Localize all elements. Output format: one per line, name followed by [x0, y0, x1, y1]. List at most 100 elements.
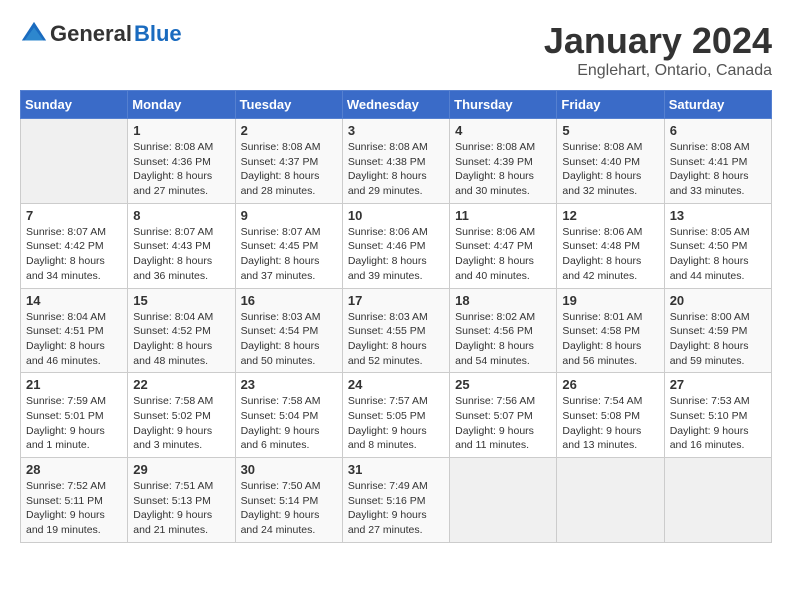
day-info: Sunrise: 8:03 AM Sunset: 4:55 PM Dayligh… — [348, 310, 444, 369]
day-number: 24 — [348, 377, 444, 392]
day-info: Sunrise: 8:00 AM Sunset: 4:59 PM Dayligh… — [670, 310, 766, 369]
day-number: 23 — [241, 377, 337, 392]
day-info: Sunrise: 8:04 AM Sunset: 4:52 PM Dayligh… — [133, 310, 229, 369]
month-title: January 2024 — [544, 20, 772, 62]
page-header: GeneralBlue January 2024 Englehart, Onta… — [20, 20, 772, 80]
column-header-tuesday: Tuesday — [235, 91, 342, 119]
calendar-cell: 26 Sunrise: 7:54 AM Sunset: 5:08 PM Dayli… — [557, 373, 664, 458]
calendar-cell: 19 Sunrise: 8:01 AM Sunset: 4:58 PM Dayli… — [557, 288, 664, 373]
day-number: 26 — [562, 377, 658, 392]
calendar-cell: 14 Sunrise: 8:04 AM Sunset: 4:51 PM Dayli… — [21, 288, 128, 373]
day-number: 3 — [348, 123, 444, 138]
logo-blue-text: Blue — [134, 21, 182, 47]
day-number: 20 — [670, 293, 766, 308]
calendar-cell: 1Sunrise: 8:08 AM Sunset: 4:36 PM Daylig… — [128, 119, 235, 204]
day-number: 5 — [562, 123, 658, 138]
day-info: Sunrise: 7:59 AM Sunset: 5:01 PM Dayligh… — [26, 394, 122, 453]
calendar-cell: 18 Sunrise: 8:02 AM Sunset: 4:56 PM Dayli… — [450, 288, 557, 373]
column-header-wednesday: Wednesday — [342, 91, 449, 119]
calendar-cell — [21, 119, 128, 204]
calendar-cell: 7 Sunrise: 8:07 AM Sunset: 4:42 PM Daylig… — [21, 203, 128, 288]
day-number: 31 — [348, 462, 444, 477]
location-subtitle: Englehart, Ontario, Canada — [544, 62, 772, 80]
day-info: Sunrise: 8:08 AM Sunset: 4:38 PM Dayligh… — [348, 140, 444, 199]
day-number: 4 — [455, 123, 551, 138]
day-number: 22 — [133, 377, 229, 392]
day-info: Sunrise: 8:08 AM Sunset: 4:41 PM Dayligh… — [670, 140, 766, 199]
calendar-week-2: 7 Sunrise: 8:07 AM Sunset: 4:42 PM Daylig… — [21, 203, 772, 288]
calendar-cell: 8Sunrise: 8:07 AM Sunset: 4:43 PM Daylig… — [128, 203, 235, 288]
day-info: Sunrise: 7:49 AM Sunset: 5:16 PM Dayligh… — [348, 479, 444, 538]
day-info: Sunrise: 8:08 AM Sunset: 4:36 PM Dayligh… — [133, 140, 229, 199]
calendar-cell: 29 Sunrise: 7:51 AM Sunset: 5:13 PM Dayli… — [128, 458, 235, 543]
calendar-cell: 17 Sunrise: 8:03 AM Sunset: 4:55 PM Dayli… — [342, 288, 449, 373]
calendar-week-1: 1Sunrise: 8:08 AM Sunset: 4:36 PM Daylig… — [21, 119, 772, 204]
logo-general-text: General — [50, 21, 132, 47]
calendar-table: SundayMondayTuesdayWednesdayThursdayFrid… — [20, 90, 772, 543]
day-header-row: SundayMondayTuesdayWednesdayThursdayFrid… — [21, 91, 772, 119]
day-number: 17 — [348, 293, 444, 308]
day-number: 16 — [241, 293, 337, 308]
column-header-monday: Monday — [128, 91, 235, 119]
calendar-cell — [450, 458, 557, 543]
day-number: 27 — [670, 377, 766, 392]
title-block: January 2024 Englehart, Ontario, Canada — [544, 20, 772, 80]
day-info: Sunrise: 8:08 AM Sunset: 4:37 PM Dayligh… — [241, 140, 337, 199]
calendar-week-5: 28Sunrise: 7:52 AM Sunset: 5:11 PM Dayli… — [21, 458, 772, 543]
day-number: 25 — [455, 377, 551, 392]
calendar-cell: 20 Sunrise: 8:00 AM Sunset: 4:59 PM Dayli… — [664, 288, 771, 373]
day-info: Sunrise: 8:04 AM Sunset: 4:51 PM Dayligh… — [26, 310, 122, 369]
day-number: 21 — [26, 377, 122, 392]
day-info: Sunrise: 8:01 AM Sunset: 4:58 PM Dayligh… — [562, 310, 658, 369]
day-number: 2 — [241, 123, 337, 138]
day-info: Sunrise: 8:02 AM Sunset: 4:56 PM Dayligh… — [455, 310, 551, 369]
day-number: 8 — [133, 208, 229, 223]
calendar-cell: 28Sunrise: 7:52 AM Sunset: 5:11 PM Dayli… — [21, 458, 128, 543]
calendar-week-4: 21 Sunrise: 7:59 AM Sunset: 5:01 PM Dayli… — [21, 373, 772, 458]
day-info: Sunrise: 8:06 AM Sunset: 4:46 PM Dayligh… — [348, 225, 444, 284]
calendar-cell: 10 Sunrise: 8:06 AM Sunset: 4:46 PM Dayli… — [342, 203, 449, 288]
calendar-cell: 12Sunrise: 8:06 AM Sunset: 4:48 PM Dayli… — [557, 203, 664, 288]
calendar-cell: 6 Sunrise: 8:08 AM Sunset: 4:41 PM Daylig… — [664, 119, 771, 204]
day-number: 9 — [241, 208, 337, 223]
day-info: Sunrise: 8:08 AM Sunset: 4:40 PM Dayligh… — [562, 140, 658, 199]
calendar-cell: 22 Sunrise: 7:58 AM Sunset: 5:02 PM Dayli… — [128, 373, 235, 458]
day-info: Sunrise: 8:08 AM Sunset: 4:39 PM Dayligh… — [455, 140, 551, 199]
day-number: 29 — [133, 462, 229, 477]
day-info: Sunrise: 7:53 AM Sunset: 5:10 PM Dayligh… — [670, 394, 766, 453]
day-info: Sunrise: 8:07 AM Sunset: 4:42 PM Dayligh… — [26, 225, 122, 284]
calendar-cell: 23 Sunrise: 7:58 AM Sunset: 5:04 PM Dayli… — [235, 373, 342, 458]
day-number: 30 — [241, 462, 337, 477]
day-number: 12 — [562, 208, 658, 223]
day-number: 19 — [562, 293, 658, 308]
day-info: Sunrise: 7:58 AM Sunset: 5:02 PM Dayligh… — [133, 394, 229, 453]
day-number: 11 — [455, 208, 551, 223]
day-number: 14 — [26, 293, 122, 308]
calendar-cell: 2 Sunrise: 8:08 AM Sunset: 4:37 PM Daylig… — [235, 119, 342, 204]
column-header-friday: Friday — [557, 91, 664, 119]
day-info: Sunrise: 8:05 AM Sunset: 4:50 PM Dayligh… — [670, 225, 766, 284]
day-number: 28 — [26, 462, 122, 477]
day-info: Sunrise: 7:57 AM Sunset: 5:05 PM Dayligh… — [348, 394, 444, 453]
day-number: 10 — [348, 208, 444, 223]
day-info: Sunrise: 7:50 AM Sunset: 5:14 PM Dayligh… — [241, 479, 337, 538]
day-number: 7 — [26, 208, 122, 223]
day-info: Sunrise: 7:54 AM Sunset: 5:08 PM Dayligh… — [562, 394, 658, 453]
calendar-cell: 5 Sunrise: 8:08 AM Sunset: 4:40 PM Daylig… — [557, 119, 664, 204]
day-number: 18 — [455, 293, 551, 308]
calendar-cell — [557, 458, 664, 543]
calendar-cell: 25Sunrise: 7:56 AM Sunset: 5:07 PM Dayli… — [450, 373, 557, 458]
calendar-cell — [664, 458, 771, 543]
logo-icon — [20, 20, 48, 48]
day-info: Sunrise: 7:51 AM Sunset: 5:13 PM Dayligh… — [133, 479, 229, 538]
day-number: 15 — [133, 293, 229, 308]
calendar-cell: 3 Sunrise: 8:08 AM Sunset: 4:38 PM Daylig… — [342, 119, 449, 204]
calendar-cell: 9Sunrise: 8:07 AM Sunset: 4:45 PM Daylig… — [235, 203, 342, 288]
calendar-cell: 15 Sunrise: 8:04 AM Sunset: 4:52 PM Dayli… — [128, 288, 235, 373]
column-header-saturday: Saturday — [664, 91, 771, 119]
calendar-cell: 13Sunrise: 8:05 AM Sunset: 4:50 PM Dayli… — [664, 203, 771, 288]
calendar-cell: 4 Sunrise: 8:08 AM Sunset: 4:39 PM Daylig… — [450, 119, 557, 204]
column-header-sunday: Sunday — [21, 91, 128, 119]
day-info: Sunrise: 7:58 AM Sunset: 5:04 PM Dayligh… — [241, 394, 337, 453]
day-number: 6 — [670, 123, 766, 138]
